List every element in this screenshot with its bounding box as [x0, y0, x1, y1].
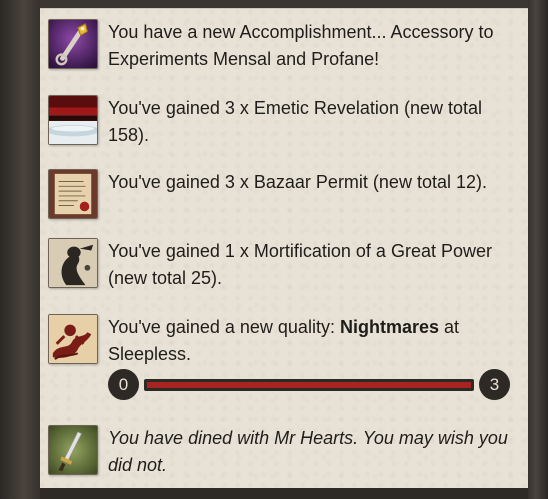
- left-frame-border: [0, 0, 40, 499]
- mortification-text: You've gained 1 x Mortification of a Gre…: [108, 241, 492, 288]
- accomplishment-text: You have a new Accomplishment... Accesso…: [108, 22, 494, 69]
- progress-max-pip: 3: [479, 369, 510, 400]
- quality-gained-prefix: You've gained a new quality:: [108, 317, 340, 337]
- bazaar-permit-icon: [48, 169, 98, 219]
- progress-track: [144, 379, 474, 391]
- golden-key-icon: [48, 19, 98, 69]
- emetic-revelation-text: You've gained 3 x Emetic Revelation (new…: [108, 98, 482, 145]
- panel-bottom-edge: [40, 488, 528, 499]
- nightmares-icon: [48, 314, 98, 364]
- quality-name: Nightmares: [339, 317, 439, 337]
- mortification-icon: [48, 238, 98, 288]
- progress-min-pip: 0: [108, 369, 139, 400]
- mr-hearts-text: You have dined with Mr Hearts. You may w…: [108, 428, 508, 475]
- outcome-panel: You have a new Accomplishment... Accesso…: [40, 8, 528, 488]
- nightmares-text: You've gained a new quality: Nightmares …: [108, 314, 518, 368]
- bazaar-permit-text: You've gained 3 x Bazaar Permit (new tot…: [108, 172, 487, 192]
- quality-progress-bar: 0 3: [108, 369, 510, 401]
- right-frame-border: [528, 0, 548, 499]
- dagger-icon: [48, 425, 98, 475]
- progress-fill: [147, 382, 471, 388]
- emetic-revelation-icon: [48, 95, 98, 145]
